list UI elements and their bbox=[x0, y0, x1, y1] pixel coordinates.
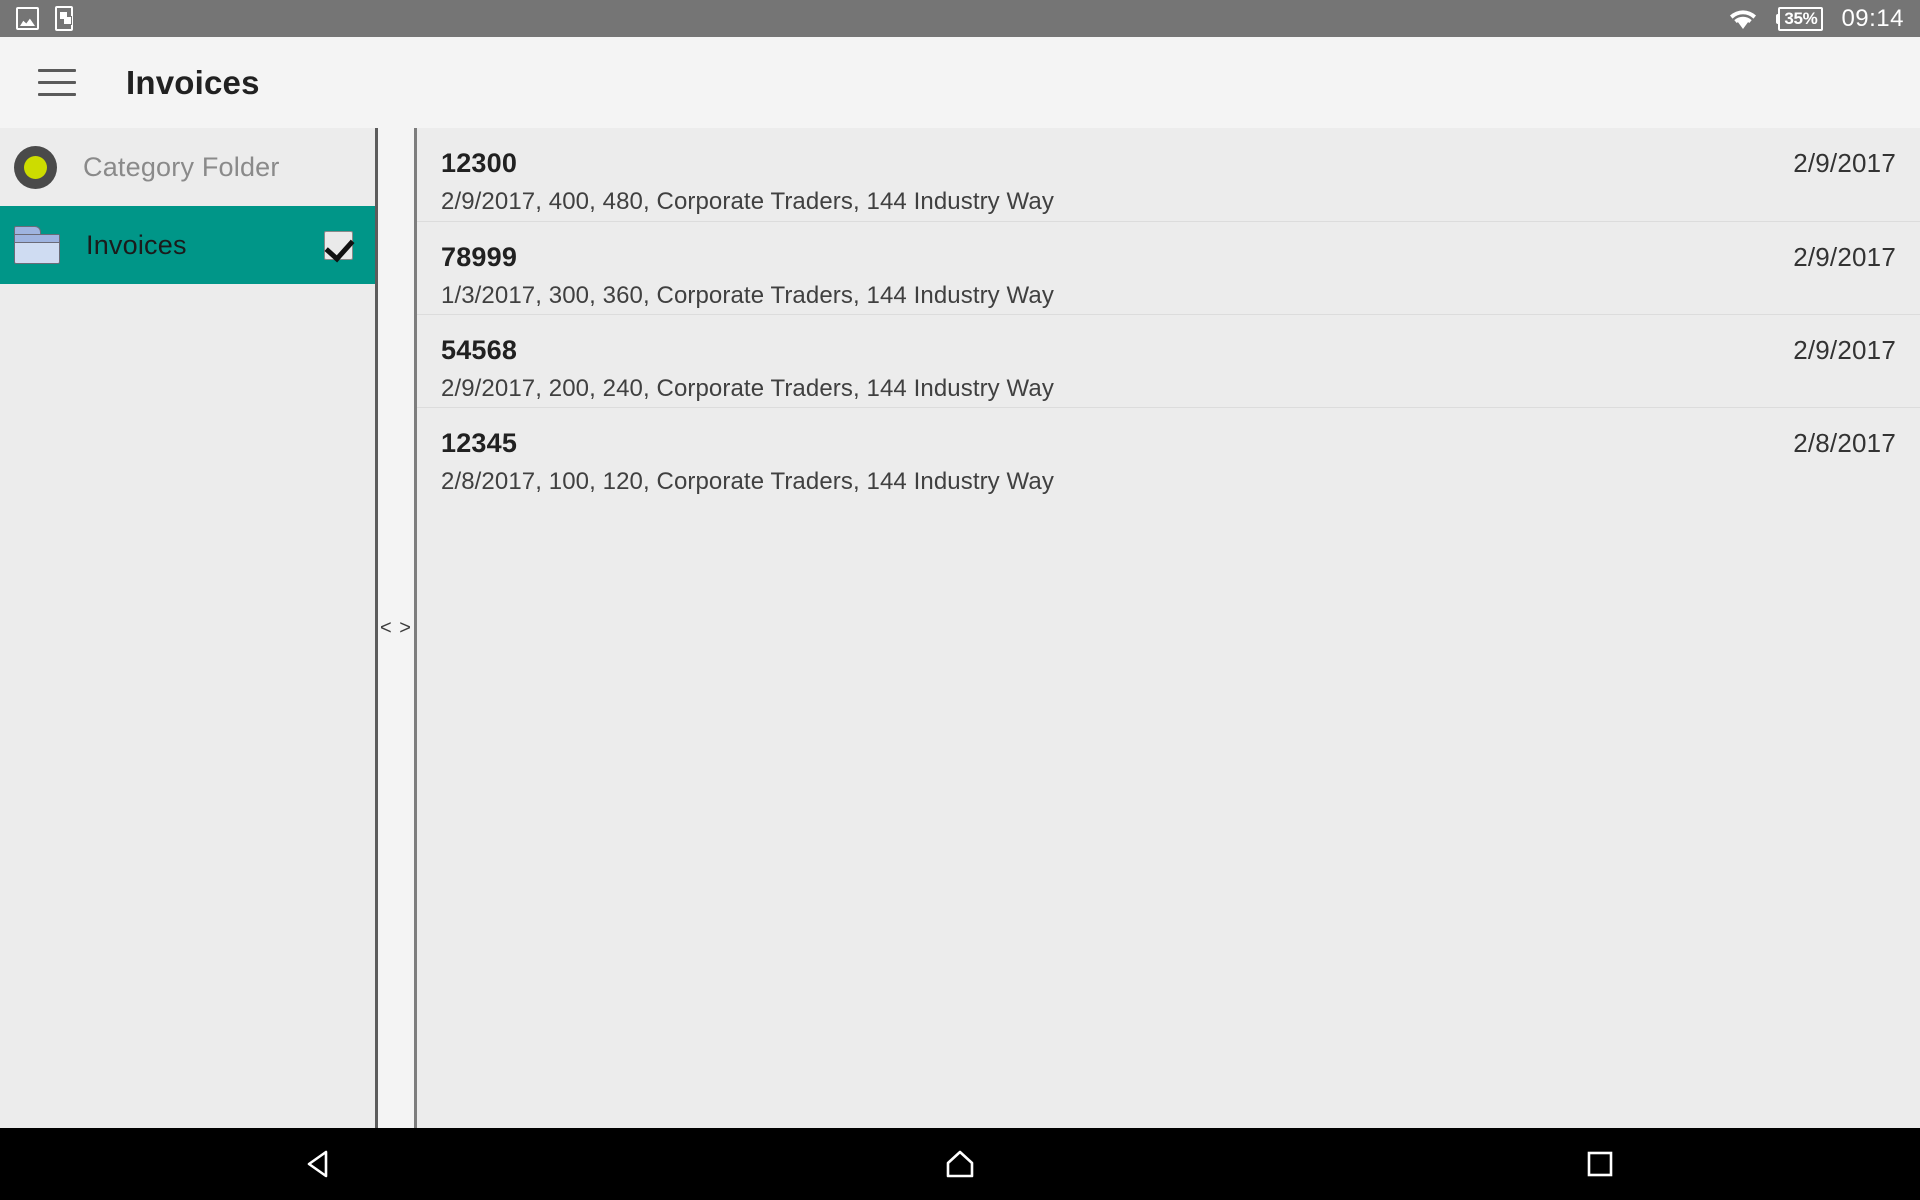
hamburger-line bbox=[38, 93, 76, 96]
sidebar-panel: Category Folder Invoices bbox=[0, 128, 375, 1128]
invoice-details: 2/9/2017, 400, 480, Corporate Traders, 1… bbox=[441, 188, 1054, 215]
page-title: Invoices bbox=[126, 63, 260, 101]
table-row[interactable]: 78999 1/3/2017, 300, 360, Corporate Trad… bbox=[417, 221, 1920, 314]
invoice-details: 2/9/2017, 200, 240, Corporate Traders, 1… bbox=[441, 375, 1054, 402]
sidebar-item-category-folder[interactable]: Category Folder bbox=[0, 128, 375, 206]
hamburger-menu-icon[interactable] bbox=[38, 69, 76, 96]
invoice-number: 12300 bbox=[441, 148, 518, 178]
status-bar-clock: 09:14 bbox=[1841, 4, 1904, 32]
invoice-list: 12300 2/9/2017, 400, 480, Corporate Trad… bbox=[417, 128, 1920, 500]
sidebar-item-invoices[interactable]: Invoices bbox=[0, 206, 375, 284]
app-bar: Invoices bbox=[0, 37, 1920, 128]
category-circle-icon bbox=[14, 145, 57, 189]
invoice-date: 2/9/2017 bbox=[1793, 335, 1896, 365]
battery-level-label: 35% bbox=[1784, 8, 1818, 28]
battery-body: 35% bbox=[1778, 6, 1824, 31]
android-status-bar: 35% 09:14 bbox=[0, 0, 1920, 37]
status-bar-left-icons bbox=[16, 6, 73, 31]
sidebar-item-label: Invoices bbox=[86, 229, 187, 260]
sidebar-item-checkbox[interactable] bbox=[324, 230, 353, 260]
app-root: 35% 09:14 Invoices Category Folder Invoi… bbox=[0, 0, 1920, 1200]
table-row[interactable]: 54568 2/9/2017, 200, 240, Corporate Trad… bbox=[417, 314, 1920, 407]
home-button[interactable] bbox=[900, 1128, 1020, 1200]
home-icon bbox=[946, 1150, 974, 1178]
recents-square-icon bbox=[1587, 1151, 1613, 1177]
table-row[interactable]: 12300 2/9/2017, 400, 480, Corporate Trad… bbox=[417, 128, 1920, 221]
invoice-list-panel: 12300 2/9/2017, 400, 480, Corporate Trad… bbox=[417, 128, 1920, 1128]
hamburger-line bbox=[38, 69, 76, 72]
back-button[interactable] bbox=[260, 1128, 380, 1200]
hamburger-line bbox=[38, 81, 76, 84]
invoice-number: 78999 bbox=[441, 242, 518, 272]
screenshot-icon bbox=[16, 7, 39, 30]
recents-button[interactable] bbox=[1540, 1128, 1660, 1200]
app-switch-icon bbox=[55, 6, 73, 31]
invoice-number: 12345 bbox=[441, 428, 518, 458]
sidebar-item-label: Category Folder bbox=[83, 151, 280, 182]
back-triangle-icon bbox=[307, 1150, 328, 1178]
status-bar-right-icons: 35% 09:14 bbox=[1728, 5, 1904, 33]
invoice-number: 54568 bbox=[441, 335, 518, 365]
android-navigation-bar bbox=[0, 1128, 1920, 1200]
invoice-date: 2/9/2017 bbox=[1793, 242, 1896, 272]
invoice-details: 1/3/2017, 300, 360, Corporate Traders, 1… bbox=[441, 282, 1054, 309]
wifi-icon bbox=[1728, 8, 1758, 30]
table-row[interactable]: 12345 2/8/2017, 100, 120, Corporate Trad… bbox=[417, 407, 1920, 500]
battery-indicator: 35% bbox=[1776, 6, 1824, 31]
folder-icon bbox=[14, 226, 60, 264]
invoice-date: 2/8/2017 bbox=[1793, 428, 1896, 458]
invoice-details: 2/8/2017, 100, 120, Corporate Traders, 1… bbox=[441, 468, 1054, 495]
invoice-date: 2/9/2017 bbox=[1793, 148, 1896, 178]
panel-splitter[interactable]: < > bbox=[375, 128, 417, 1128]
splitter-handle-label[interactable]: < > bbox=[380, 617, 412, 640]
